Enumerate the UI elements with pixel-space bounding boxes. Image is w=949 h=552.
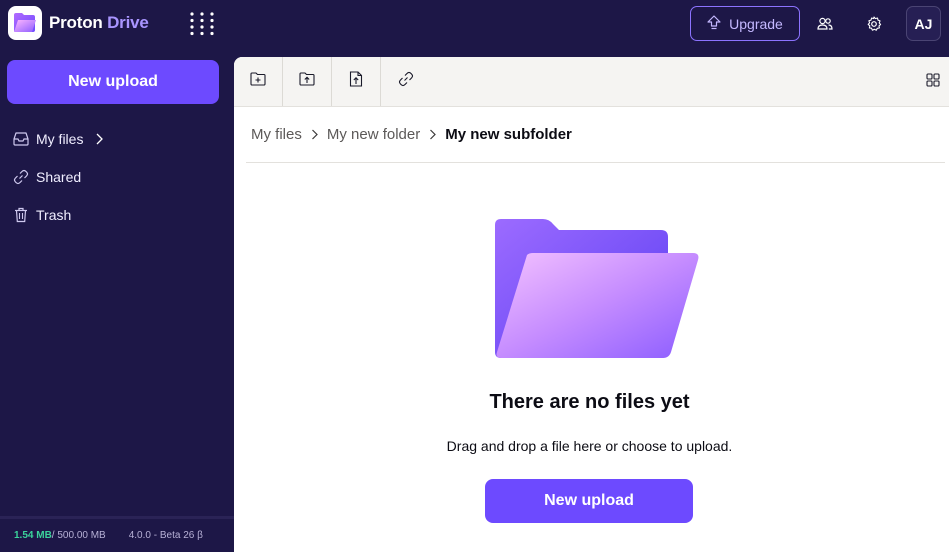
link-icon	[13, 169, 29, 185]
trash-icon	[13, 207, 29, 223]
sidebar-new-upload-button[interactable]: New upload	[7, 60, 219, 104]
users-icon[interactable]	[813, 12, 837, 36]
share-link-button[interactable]	[381, 57, 430, 106]
empty-folder-illustration	[493, 217, 701, 360]
app-switcher-icon[interactable]	[189, 12, 215, 36]
empty-state-title: There are no files yet	[489, 391, 690, 413]
sidebar-item-trash[interactable]: Trash	[0, 196, 234, 234]
breadcrumb: My files My new folder My new subfolder	[246, 107, 945, 163]
top-header: Proton Drive Upgrade AJ	[0, 0, 949, 48]
sidebar-item-my-files[interactable]: My files	[0, 120, 234, 158]
upgrade-arrow-icon	[707, 14, 721, 33]
grid-view-icon	[926, 72, 940, 92]
storage-footer: 1.54 MB / 500.00 MB 4.0.0 - Beta 26 β	[0, 516, 234, 552]
product-name: Drive	[107, 13, 149, 32]
user-avatar[interactable]: AJ	[906, 6, 941, 41]
sidebar-nav: My files Shared Trash	[0, 120, 234, 234]
upload-file-button[interactable]	[332, 57, 381, 106]
toolbar	[234, 57, 949, 107]
settings-gear-icon[interactable]	[862, 12, 886, 36]
upload-folder-button[interactable]	[283, 57, 332, 106]
empty-state-subtitle: Drag and drop a file here or choose to u…	[446, 438, 733, 454]
grid-view-button[interactable]	[917, 57, 949, 107]
sidebar-item-label: Shared	[36, 169, 82, 185]
upgrade-button[interactable]: Upgrade	[690, 6, 800, 41]
proton-drive-logo-icon	[8, 6, 42, 40]
storage-total: / 500.00 MB	[51, 530, 106, 541]
brand-name: Proton	[49, 13, 103, 32]
main-content: My files My new folder My new subfolder …	[234, 57, 949, 552]
breadcrumb-item[interactable]: My new folder	[327, 126, 420, 143]
upload-folder-icon	[299, 72, 315, 91]
sidebar-item-label: Trash	[36, 207, 72, 223]
new-folder-icon	[250, 72, 266, 91]
chevron-right-icon	[429, 129, 437, 140]
upload-file-icon	[349, 71, 363, 92]
proton-drive-logo[interactable]: Proton Drive	[8, 6, 149, 40]
storage-used: 1.54 MB	[14, 530, 52, 541]
upgrade-label: Upgrade	[729, 15, 783, 32]
new-folder-button[interactable]	[234, 57, 283, 106]
chevron-right-icon	[311, 129, 318, 140]
chevron-right-icon[interactable]	[95, 133, 104, 145]
app-version: 4.0.0 - Beta 26 β	[128, 530, 203, 541]
breadcrumb-current: My new subfolder	[445, 126, 572, 143]
breadcrumb-item[interactable]: My files	[251, 126, 302, 143]
drive-icon	[13, 131, 29, 147]
sidebar-item-shared[interactable]: Shared	[0, 158, 234, 196]
sidebar-item-label: My files	[36, 131, 84, 147]
empty-state-new-upload-button[interactable]: New upload	[485, 479, 693, 523]
share-link-icon	[398, 71, 414, 92]
